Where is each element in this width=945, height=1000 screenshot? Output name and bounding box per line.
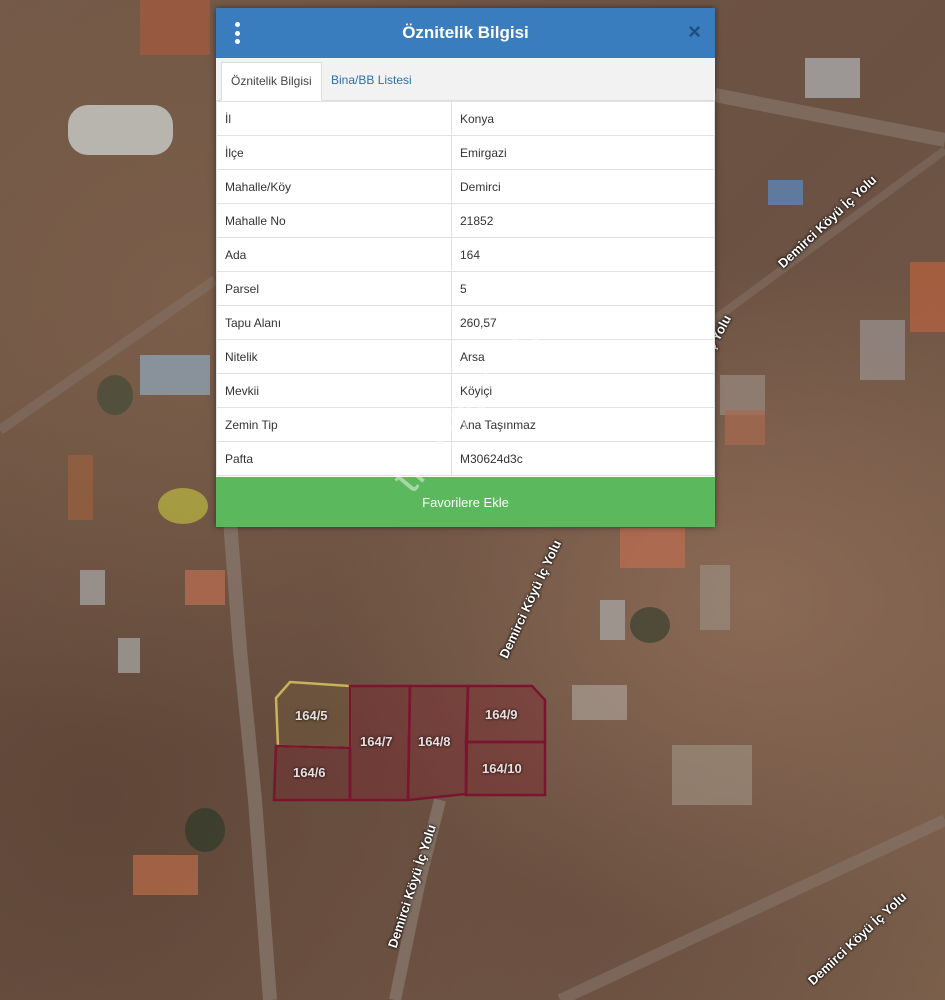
- row-value: 21852: [451, 203, 715, 238]
- table-row: Mahalle/Köy Demirci: [216, 169, 715, 204]
- row-value: 164: [451, 237, 715, 272]
- row-key: Mevkii: [216, 373, 452, 408]
- row-key: Nitelik: [216, 339, 452, 374]
- dialog-header: Öznitelik Bilgisi ×: [216, 8, 715, 58]
- tab-building-list[interactable]: Bina/BB Listesi: [322, 62, 421, 99]
- tab-bar: Öznitelik Bilgisi Bina/BB Listesi: [216, 58, 715, 101]
- close-icon[interactable]: ×: [688, 21, 701, 43]
- table-row: İlçe Emirgazi: [216, 135, 715, 170]
- parcel-label[interactable]: 164/9: [485, 707, 518, 722]
- row-value: M30624d3c: [451, 441, 715, 476]
- row-value: Konya: [451, 101, 715, 136]
- table-row: Ada 164: [216, 237, 715, 272]
- row-key: İlçe: [216, 135, 452, 170]
- row-key: Parsel: [216, 271, 452, 306]
- tab-attribute-info[interactable]: Öznitelik Bilgisi: [221, 62, 322, 101]
- row-value: Demirci: [451, 169, 715, 204]
- parcel-label[interactable]: 164/10: [482, 761, 522, 776]
- table-row: Parsel 5: [216, 271, 715, 306]
- table-row: Tapu Alanı 260,57: [216, 305, 715, 340]
- parcel-label[interactable]: 164/7: [360, 734, 393, 749]
- row-key: Mahalle/Köy: [216, 169, 452, 204]
- parcel-label[interactable]: 164/6: [293, 765, 326, 780]
- vertical-dots-icon[interactable]: [234, 22, 240, 44]
- row-key: İl: [216, 101, 452, 136]
- row-key: Mahalle No: [216, 203, 452, 238]
- table-row: İl Konya: [216, 101, 715, 136]
- parcel-label[interactable]: 164/8: [418, 734, 451, 749]
- dialog-title: Öznitelik Bilgisi: [402, 23, 529, 42]
- add-to-favorites-button[interactable]: Favorilere Ekle: [216, 477, 715, 527]
- attribute-info-dialog: Öznitelik Bilgisi × Öznitelik Bilgisi Bi…: [216, 8, 715, 527]
- row-value: 5: [451, 271, 715, 306]
- row-key: Tapu Alanı: [216, 305, 452, 340]
- row-value: 260,57: [451, 305, 715, 340]
- parcel-label[interactable]: 164/5: [295, 708, 328, 723]
- row-key: Ada: [216, 237, 452, 272]
- table-row: Mahalle No 21852: [216, 203, 715, 238]
- row-value: Emirgazi: [451, 135, 715, 170]
